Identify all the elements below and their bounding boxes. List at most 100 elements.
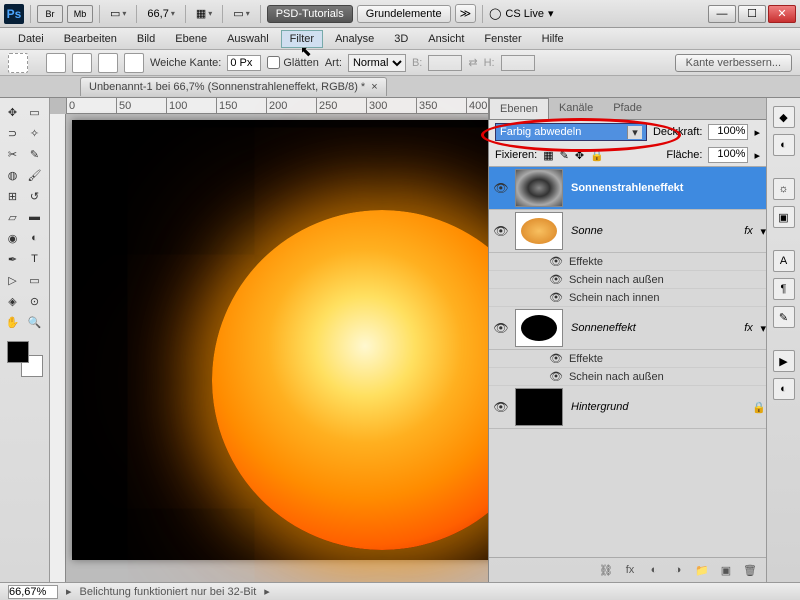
lock-brush-icon[interactable]: ✎ — [560, 149, 569, 162]
dock-color-icon[interactable]: ◐ — [773, 134, 795, 156]
fx-icon[interactable]: fx — [736, 225, 760, 237]
path-select-tool[interactable]: ▷ — [2, 270, 23, 290]
close-tab-icon[interactable]: × — [371, 81, 377, 93]
pen-tool[interactable]: ✒ — [2, 249, 23, 269]
lock-move-icon[interactable]: ✥ — [575, 149, 584, 162]
dock-brush-icon[interactable]: ✎ — [773, 306, 795, 328]
dock-para-icon[interactable]: ¶ — [773, 278, 795, 300]
3d-camera-tool[interactable]: ⊙ — [24, 291, 45, 311]
fill-input[interactable]: 100% — [708, 147, 748, 163]
visibility-toggle[interactable]: 👁 — [489, 400, 513, 414]
layer-thumb[interactable] — [515, 388, 563, 426]
layer-name[interactable]: Hintergrund — [565, 401, 752, 413]
new-layer-icon[interactable]: ▣ — [718, 564, 734, 577]
dock-history-icon[interactable]: ▶ — [773, 350, 795, 372]
layer-mask-icon[interactable]: ◐ — [646, 564, 662, 576]
dock-char-icon[interactable]: A — [773, 250, 795, 272]
layer-fx-icon[interactable]: fx — [622, 564, 638, 576]
dock-masks-icon[interactable]: ▣ — [773, 206, 795, 228]
minibridge-button[interactable]: Mb — [67, 5, 93, 23]
menu-bild[interactable]: Bild — [129, 31, 163, 47]
screen-mode-dropdown[interactable]: ▭ — [106, 7, 130, 20]
tab-kanaele[interactable]: Kanäle — [549, 98, 603, 119]
effect-item[interactable]: 👁Schein nach außen — [489, 368, 766, 386]
dock-adjust-icon[interactable]: ☼ — [773, 178, 795, 200]
dock-swatches-icon[interactable]: ◆ — [773, 106, 795, 128]
brush-tool[interactable]: 🖌 — [24, 165, 45, 185]
grundelemente-button[interactable]: Grundelemente — [357, 5, 451, 23]
feather-input[interactable] — [227, 55, 261, 71]
effects-header[interactable]: 👁Effekte — [489, 253, 766, 271]
maximize-button[interactable]: ☐ — [738, 5, 766, 23]
antialias-checkbox[interactable]: Glätten — [267, 56, 318, 69]
layer-name[interactable]: Sonnenstrahleneffekt — [565, 182, 766, 194]
canvas[interactable] — [72, 120, 488, 560]
color-swatch[interactable] — [7, 341, 43, 377]
selmode-sub-icon[interactable] — [98, 53, 118, 73]
minimize-button[interactable]: — — [708, 5, 736, 23]
layer-thumb[interactable] — [515, 309, 563, 347]
eyedropper-tool[interactable]: ✎ — [24, 144, 45, 164]
dock-actions-icon[interactable]: ◐ — [773, 378, 795, 400]
lasso-tool[interactable]: ⊃ — [2, 123, 23, 143]
extras-dropdown[interactable]: ▭ — [229, 7, 253, 20]
move-tool[interactable]: ✥ — [2, 102, 23, 122]
cslive-button[interactable]: ◯ CS Live ▾ — [489, 7, 553, 20]
blur-tool[interactable]: ◉ — [2, 228, 23, 248]
menu-ansicht[interactable]: Ansicht — [420, 31, 472, 47]
lock-pixels-icon[interactable]: ▦ — [543, 149, 553, 162]
layer-name[interactable]: Sonneneffekt — [565, 322, 736, 334]
selmode-add-icon[interactable] — [72, 53, 92, 73]
wand-tool[interactable]: ✧ — [24, 123, 45, 143]
arrange-dropdown[interactable]: ▦ — [192, 7, 216, 20]
layer-row[interactable]: 👁 Sonnenstrahleneffekt — [489, 167, 766, 210]
layer-row[interactable]: 👁 Sonneneffekt fx▾ — [489, 307, 766, 350]
visibility-toggle[interactable]: 👁 — [489, 224, 513, 238]
style-select[interactable]: Normal — [348, 54, 406, 72]
layer-thumb[interactable] — [515, 212, 563, 250]
bridge-button[interactable]: Br — [37, 5, 63, 23]
expand-button[interactable]: ≫ — [455, 4, 477, 23]
menu-fenster[interactable]: Fenster — [476, 31, 529, 47]
canvas-area[interactable]: 050100150200250300350400450500 — [50, 98, 488, 582]
3d-tool[interactable]: ◈ — [2, 291, 23, 311]
menu-hilfe[interactable]: Hilfe — [534, 31, 572, 47]
visibility-toggle[interactable]: 👁 — [489, 181, 513, 195]
history-brush-tool[interactable]: ↺ — [24, 186, 45, 206]
blend-mode-select[interactable]: Farbig abwedeln — [495, 123, 647, 141]
layer-row[interactable]: 👁 Sonne fx▾ — [489, 210, 766, 253]
tab-ebenen[interactable]: Ebenen — [489, 98, 549, 119]
zoom-tool[interactable]: 🔍 — [24, 312, 45, 332]
menu-filter[interactable]: Filter — [281, 30, 323, 48]
menu-datei[interactable]: Datei — [10, 31, 52, 47]
dodge-tool[interactable]: ◐ — [24, 228, 45, 248]
stamp-tool[interactable]: ⊞ — [2, 186, 23, 206]
layer-group-icon[interactable]: 📁 — [694, 564, 710, 577]
layer-name[interactable]: Sonne — [565, 225, 736, 237]
menu-ebene[interactable]: Ebene — [167, 31, 215, 47]
shape-tool[interactable]: ▭ — [24, 270, 45, 290]
adjustment-layer-icon[interactable]: ◑ — [670, 564, 686, 576]
eraser-tool[interactable]: ▱ — [2, 207, 23, 227]
menu-analyse[interactable]: Analyse — [327, 31, 382, 47]
selmode-intersect-icon[interactable] — [124, 53, 144, 73]
refine-edge-button[interactable]: Kante verbessern... — [675, 54, 792, 72]
status-zoom-input[interactable] — [8, 585, 58, 599]
visibility-toggle[interactable]: 👁 — [489, 321, 513, 335]
close-button[interactable]: ✕ — [768, 5, 796, 23]
zoom-dropdown[interactable]: 66,7 — [143, 8, 178, 20]
type-tool[interactable]: T — [24, 249, 45, 269]
link-layers-icon[interactable]: ⛓ — [598, 564, 614, 577]
effect-item[interactable]: 👁Schein nach außen — [489, 271, 766, 289]
selmode-new-icon[interactable] — [46, 53, 66, 73]
tab-pfade[interactable]: Pfade — [603, 98, 652, 119]
gradient-tool[interactable]: ▬ — [24, 207, 45, 227]
marquee-tool-icon[interactable] — [8, 53, 28, 73]
psd-tutorials-button[interactable]: PSD-Tutorials — [267, 5, 353, 23]
effect-item[interactable]: 👁Schein nach innen — [489, 289, 766, 307]
hand-tool[interactable]: ✋ — [2, 312, 23, 332]
effects-header[interactable]: 👁Effekte — [489, 350, 766, 368]
menu-bearbeiten[interactable]: Bearbeiten — [56, 31, 125, 47]
layer-row[interactable]: 👁 Hintergrund 🔒 — [489, 386, 766, 429]
opacity-input[interactable]: 100% — [708, 124, 748, 140]
